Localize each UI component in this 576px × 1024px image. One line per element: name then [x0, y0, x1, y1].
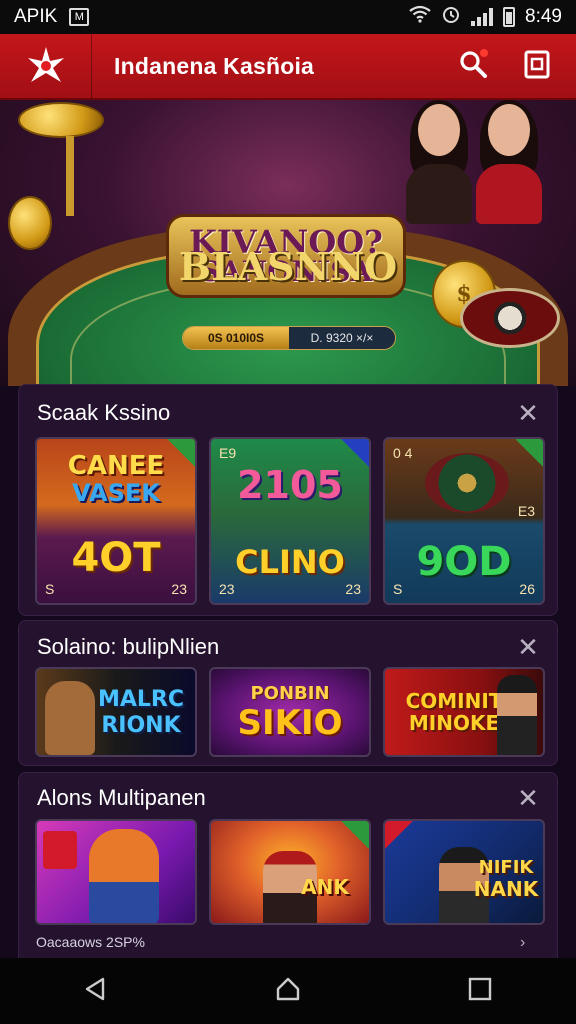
- card-corner-right: 23: [345, 581, 361, 597]
- hero-banner[interactable]: $ KIVANOO? SANONISA BLASNNO 0S 010I0S D.…: [0, 100, 576, 386]
- clock-time: 8:49: [525, 6, 562, 27]
- card-title: ANK: [301, 875, 349, 899]
- fox-character-image: [89, 829, 159, 923]
- home-button[interactable]: [268, 971, 308, 1011]
- app-bar: Indanena Kasñoia: [0, 33, 576, 100]
- card-corner-right: 23: [171, 581, 187, 597]
- wallet-icon: [524, 49, 550, 84]
- wifi-icon: [409, 5, 431, 29]
- card-corner-top: 0 4: [393, 445, 413, 461]
- recents-button[interactable]: [460, 971, 500, 1011]
- card-corner-left: S: [393, 581, 403, 597]
- card-title: 2105: [237, 463, 343, 507]
- section-title: Solaino: bulipNlien: [37, 634, 220, 659]
- section-title: Scaak Kssino: [37, 400, 171, 425]
- close-icon[interactable]: ✕: [513, 398, 543, 428]
- card-corner-mid: E3: [517, 503, 535, 519]
- card-title: PONBIN: [250, 683, 330, 704]
- game-card[interactable]: CANEE VASEK 4OT S 23: [35, 437, 197, 605]
- app-title: Indanena Kasñoia: [114, 52, 315, 79]
- wallet-button[interactable]: [520, 49, 554, 83]
- section-panel: Scaak Kssino ✕ CANEE VASEK 4OT S 23 E9 2…: [18, 384, 558, 616]
- notification-icon: M: [69, 8, 90, 26]
- card-title: CANEE: [67, 451, 165, 481]
- back-button[interactable]: [76, 971, 116, 1011]
- back-triangle-icon: [83, 976, 109, 1007]
- felt-title: BLASNNO: [178, 244, 398, 289]
- card-number: 9OD: [416, 539, 512, 585]
- ribbon-badge: [515, 439, 543, 467]
- coin-stand: [66, 136, 74, 216]
- game-card[interactable]: E9 2105 CLINO 23 23: [209, 437, 371, 605]
- card-corner-left: S: [45, 581, 55, 597]
- card-number: 4OT: [71, 535, 161, 581]
- section-panel: Alons Multipanen ✕ ANK NIFIK NANK: [18, 772, 558, 958]
- close-icon[interactable]: ✕: [513, 632, 543, 662]
- game-card[interactable]: MALRC RIONK: [35, 667, 197, 757]
- roulette-chip-icon: [460, 288, 560, 348]
- card-icon: [43, 831, 77, 869]
- hero-pill-right[interactable]: D. 9320 ×/×: [289, 327, 395, 349]
- card-corner-left: 23: [219, 581, 235, 597]
- card-subtitle: VASEK: [72, 479, 160, 507]
- section-panel: Solaino: bulipNlien ✕ MALRC RIONK PONBIN…: [18, 620, 558, 766]
- section-footer-link[interactable]: Oacaaows 2SP%: [36, 934, 145, 950]
- carrier-label: APIK: [14, 6, 58, 27]
- character-image: [497, 675, 537, 755]
- close-icon[interactable]: ✕: [513, 783, 543, 813]
- battery-icon: [503, 7, 516, 27]
- card-corner-right: 26: [519, 581, 535, 597]
- card-subtitle: SIKIO: [237, 703, 343, 743]
- game-card[interactable]: [35, 819, 197, 925]
- hero-pill-left[interactable]: 0S 010I0S: [183, 327, 289, 349]
- coin-icon: [18, 102, 104, 138]
- ribbon-badge: [341, 821, 369, 849]
- home-icon: [274, 975, 302, 1008]
- signal-icon: [471, 8, 494, 26]
- ribbon-badge: [385, 821, 413, 849]
- game-card[interactable]: 0 4 E3 9OD S 26: [383, 437, 545, 605]
- coin-icon: [8, 196, 52, 250]
- recents-square-icon: [467, 976, 493, 1007]
- section-title: Alons Multipanen: [37, 785, 206, 810]
- card-subtitle: RIONK: [101, 713, 181, 738]
- system-nav-bar: [0, 958, 576, 1024]
- hero-pill-row[interactable]: 0S 010I0S D. 9320 ×/×: [182, 326, 396, 350]
- notification-dot: [480, 49, 488, 57]
- game-card[interactable]: NIFIK NANK: [383, 819, 545, 925]
- game-card[interactable]: COMINIT MINOKE: [383, 667, 545, 757]
- card-number: CLINO: [235, 543, 345, 581]
- app-logo-icon[interactable]: [0, 33, 92, 99]
- card-subtitle: NANK: [473, 877, 539, 901]
- search-button[interactable]: [456, 49, 490, 83]
- card-title: MALRC: [97, 687, 185, 712]
- game-card[interactable]: PONBIN SIKIO: [209, 667, 371, 757]
- chevron-right-icon[interactable]: ›: [520, 934, 525, 952]
- card-corner-top: E9: [219, 445, 237, 461]
- card-title: NIFIK: [478, 857, 534, 878]
- status-bar: APIK M 8:49: [0, 0, 576, 34]
- game-card[interactable]: ANK: [209, 819, 371, 925]
- alarm-icon: [441, 4, 461, 30]
- roulette-wheel-icon: [425, 453, 509, 513]
